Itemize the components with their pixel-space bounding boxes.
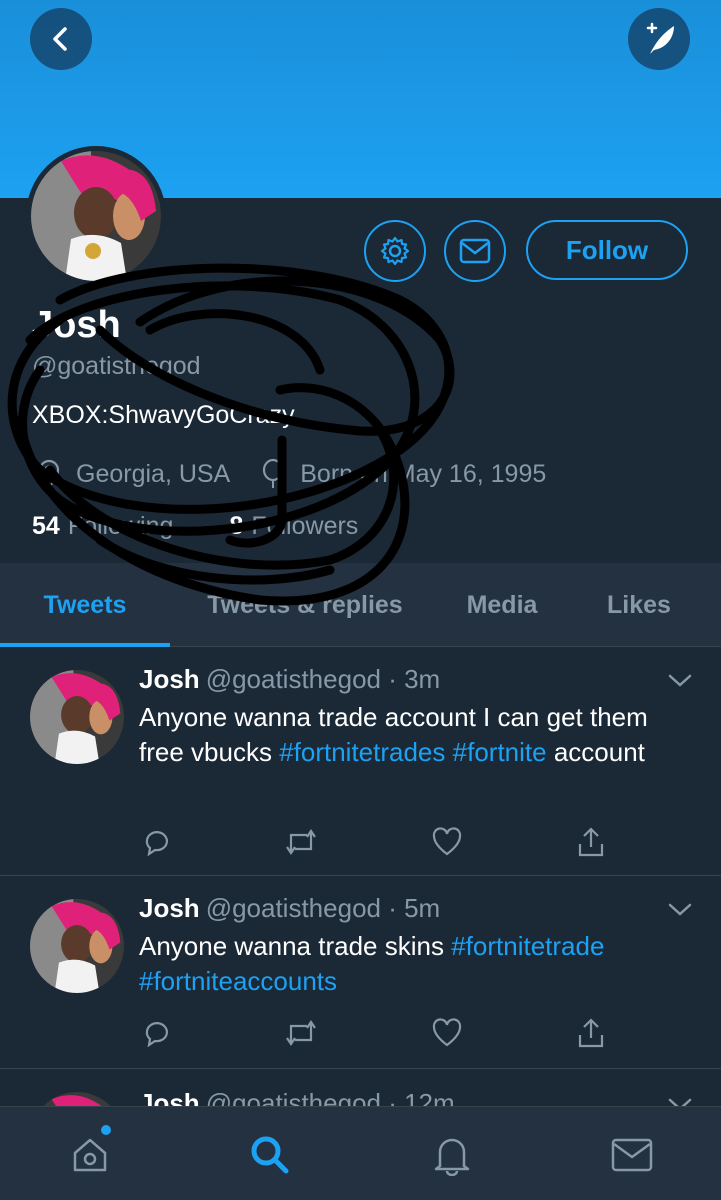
reply-icon xyxy=(145,1022,169,1048)
following-count: 54 xyxy=(32,512,60,540)
avatar-image xyxy=(30,899,124,993)
messages-envelope-icon xyxy=(611,1138,653,1172)
hashtag-link[interactable]: #fortnitetrades xyxy=(279,737,445,767)
like-button[interactable] xyxy=(429,824,465,860)
tweet-time: · 12m xyxy=(388,1088,455,1106)
profile-avatar[interactable] xyxy=(26,146,166,286)
nav-home[interactable] xyxy=(68,1133,112,1177)
share-button[interactable] xyxy=(573,824,609,860)
reply-button[interactable] xyxy=(139,824,175,860)
avatar-image xyxy=(30,670,124,764)
search-icon xyxy=(251,1136,289,1174)
tweet-time: · 5m xyxy=(388,893,441,923)
bottom-navigation xyxy=(0,1106,721,1200)
tweet-item[interactable]: Josh @goatisthegod · 5m Anyone wanna trad… xyxy=(0,877,721,1069)
back-button[interactable] xyxy=(30,8,92,70)
tweet-author-handle: @goatisthegod xyxy=(205,1088,381,1106)
compose-tweet-button[interactable] xyxy=(628,8,690,70)
heart-icon xyxy=(432,827,462,856)
tab-likes[interactable]: Likes xyxy=(564,563,714,647)
tweet-time: · 3m xyxy=(388,664,441,694)
tweet-text-trailing: account xyxy=(553,737,645,767)
tweet-text: Anyone wanna trade skins #fortnitetrade … xyxy=(139,929,699,999)
followers-link[interactable]: 8 Followers xyxy=(229,512,358,541)
location-pin-icon xyxy=(36,458,64,490)
tweet-avatar[interactable] xyxy=(30,1092,124,1106)
followers-count: 8 xyxy=(229,512,244,540)
heart-icon xyxy=(432,1018,462,1047)
tweet-author-handle: @goatisthegod xyxy=(205,664,381,694)
tweet-actions xyxy=(139,824,619,860)
message-button[interactable] xyxy=(444,220,506,282)
like-button[interactable] xyxy=(429,1015,465,1051)
profile-bio: XBOX:ShwavyGoCrazy xyxy=(32,401,295,429)
chevron-down-icon xyxy=(668,903,692,916)
gear-icon xyxy=(380,236,410,266)
tweet-author-name[interactable]: Josh xyxy=(139,1088,200,1106)
profile-meta: Georgia, USA Born on May 16, 1995 xyxy=(36,458,546,490)
reply-icon xyxy=(145,831,169,857)
tweet-author-name[interactable]: Josh xyxy=(139,664,200,694)
nav-messages[interactable] xyxy=(610,1133,654,1177)
avatar-image xyxy=(30,1092,124,1106)
hashtag-link[interactable]: #fortnite xyxy=(453,737,547,767)
hashtag-link[interactable]: #fortnitetrade xyxy=(451,931,604,961)
tab-tweets-replies[interactable]: Tweets & replies xyxy=(170,563,440,647)
tweet-header: Josh @goatisthegod · 5m xyxy=(139,893,440,924)
following-link[interactable]: 54 Following xyxy=(32,512,173,541)
notifications-bell-icon xyxy=(434,1138,470,1176)
tweet-avatar[interactable] xyxy=(30,899,124,993)
share-icon xyxy=(578,827,604,857)
tweet-text: Anyone wanna trade account I can get the… xyxy=(139,700,699,770)
home-notification-badge xyxy=(101,1125,111,1135)
tweet-header: Josh @goatisthegod · 3m xyxy=(139,664,440,695)
tweet-actions xyxy=(139,1015,619,1051)
tweet-menu-button[interactable] xyxy=(666,901,694,924)
tweet-item[interactable]: Josh @goatisthegod · 3m Anyone wanna trad… xyxy=(0,648,721,876)
active-tab-indicator xyxy=(0,643,170,647)
compose-feather-icon xyxy=(646,22,674,54)
tweet-item[interactable]: Josh @goatisthegod · 12m xyxy=(0,1070,721,1106)
home-icon xyxy=(73,1138,107,1172)
hashtag-link[interactable]: #fortniteaccounts xyxy=(139,966,337,996)
tweet-author-handle: @goatisthegod xyxy=(205,893,381,923)
nav-notifications[interactable] xyxy=(430,1133,474,1177)
followers-label: Followers xyxy=(251,512,359,540)
tab-media[interactable]: Media xyxy=(440,563,564,647)
tweet-header: Josh @goatisthegod · 12m xyxy=(139,1088,455,1106)
birthday-balloon-icon xyxy=(260,458,288,490)
profile-stats: 54 Following 8 Followers xyxy=(32,512,358,541)
tweet-avatar[interactable] xyxy=(30,670,124,764)
following-label: Following xyxy=(67,512,174,540)
retweet-icon xyxy=(286,1020,316,1046)
tweet-author-name[interactable]: Josh xyxy=(139,893,200,923)
envelope-icon xyxy=(459,238,491,264)
avatar-image xyxy=(31,151,161,281)
profile-tabs: Tweets Tweets & replies Media Likes xyxy=(0,563,721,647)
share-button[interactable] xyxy=(573,1015,609,1051)
tweet-menu-button[interactable] xyxy=(666,672,694,695)
retweet-button[interactable] xyxy=(283,824,319,860)
nav-search[interactable] xyxy=(248,1133,292,1177)
chevron-down-icon xyxy=(668,1098,692,1106)
retweet-button[interactable] xyxy=(283,1015,319,1051)
profile-name: Josh xyxy=(32,304,121,346)
reply-button[interactable] xyxy=(139,1015,175,1051)
share-icon xyxy=(578,1018,604,1048)
chevron-down-icon xyxy=(668,674,692,687)
tweet-menu-button[interactable] xyxy=(666,1096,694,1106)
follow-button[interactable]: Follow xyxy=(526,220,688,280)
tweet-text-main: Anyone wanna trade skins xyxy=(139,931,444,961)
retweet-icon xyxy=(286,829,316,855)
settings-button[interactable] xyxy=(364,220,426,282)
profile-birthday: Born on May 16, 1995 xyxy=(300,459,547,488)
profile-handle: @goatisthegod xyxy=(32,352,201,380)
profile-location: Georgia, USA xyxy=(76,459,231,488)
chevron-left-icon xyxy=(53,27,67,51)
tab-tweets[interactable]: Tweets xyxy=(0,563,170,647)
